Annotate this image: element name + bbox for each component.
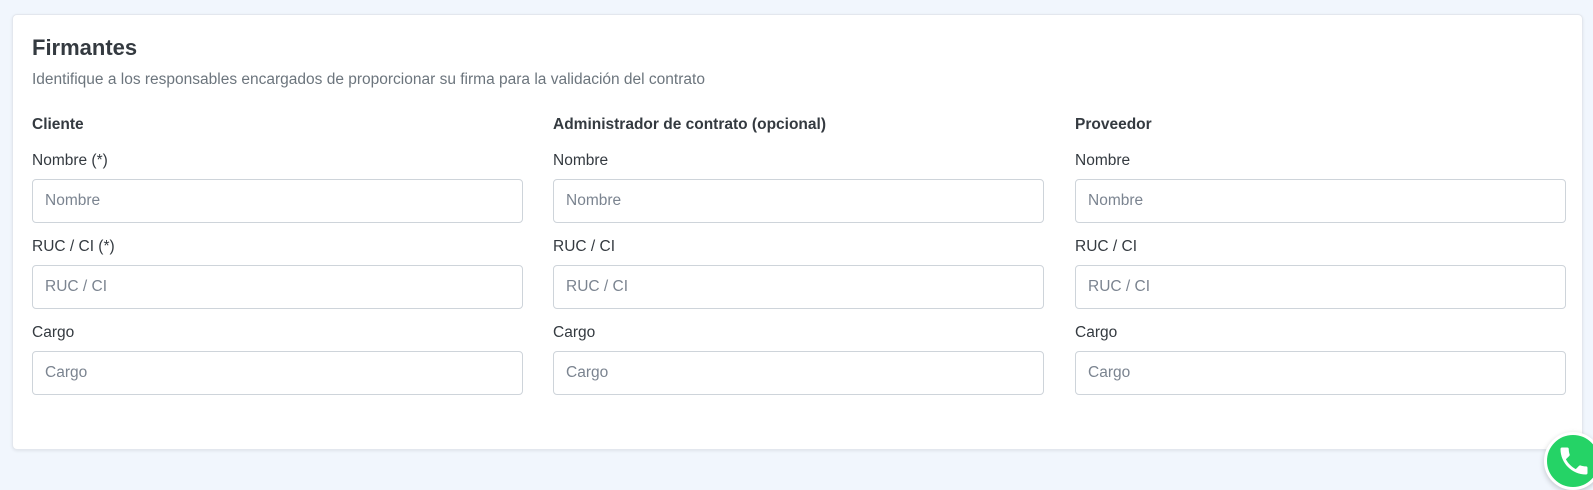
admin-heading: Administrador de contrato (opcional) (553, 116, 826, 133)
admin-position-label: Cargo (553, 324, 596, 341)
provider-heading: Proveedor (1075, 116, 1152, 133)
provider-name-label: Nombre (1075, 152, 1131, 169)
whatsapp-chat-button[interactable] (1544, 432, 1593, 490)
whatsapp-icon (1560, 447, 1588, 475)
admin-position-input[interactable] (553, 351, 1044, 395)
provider-ruc-input[interactable] (1075, 265, 1566, 309)
client-signer-column: Cliente Nombre (*) RUC / CI (*) Cargo (32, 115, 523, 395)
provider-ruc-label: RUC / CI (1075, 238, 1137, 255)
provider-name-input[interactable] (1075, 179, 1566, 223)
admin-ruc-label: RUC / CI (553, 238, 615, 255)
client-position-input[interactable] (32, 351, 523, 395)
client-name-input[interactable] (32, 179, 523, 223)
provider-signer-column: Proveedor Nombre RUC / CI Cargo (1075, 115, 1566, 395)
section-title: Firmantes (32, 35, 138, 60)
client-name-label: Nombre (*) (32, 152, 108, 169)
section-subtitle: Identifique a los responsables encargado… (32, 71, 705, 88)
provider-position-label: Cargo (1075, 324, 1118, 341)
admin-ruc-input[interactable] (553, 265, 1044, 309)
client-heading: Cliente (32, 116, 84, 133)
client-ruc-label: RUC / CI (*) (32, 238, 115, 255)
provider-position-input[interactable] (1075, 351, 1566, 395)
signers-card: Firmantes Identifique a los responsables… (12, 14, 1583, 450)
admin-name-input[interactable] (553, 179, 1044, 223)
admin-signer-column: Administrador de contrato (opcional) Nom… (553, 115, 1044, 395)
client-position-label: Cargo (32, 324, 75, 341)
client-ruc-input[interactable] (32, 265, 523, 309)
admin-name-label: Nombre (553, 152, 609, 169)
